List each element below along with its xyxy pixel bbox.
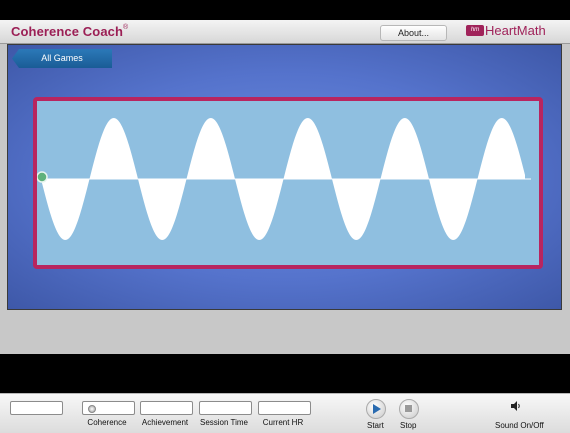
current-hr-box [258, 401, 311, 415]
stop-label: Stop [400, 421, 417, 430]
stop-icon [405, 405, 412, 412]
registered-mark: ® [123, 24, 129, 31]
speaker-icon[interactable] [511, 401, 521, 411]
game-stage: All Games [7, 44, 562, 310]
start-label: Start [367, 421, 384, 430]
all-games-button[interactable]: All Games [12, 49, 112, 68]
brand-logo: hm HeartMath [466, 23, 546, 38]
brand-name: HeartMath [485, 23, 546, 38]
coherence-indicator-icon [88, 405, 96, 413]
coherence-box [82, 401, 135, 415]
breathing-wave-panel [33, 97, 543, 269]
metric-box-unlabeled [10, 401, 63, 415]
session-time-box [199, 401, 252, 415]
achievement-box [140, 401, 193, 415]
start-button[interactable] [366, 399, 386, 419]
title-bar: Coherence Coach® About... hm HeartMath [0, 20, 570, 44]
about-button[interactable]: About... [380, 25, 447, 41]
game-area: All Games [0, 44, 570, 354]
app-title-text: Coherence Coach [11, 24, 124, 39]
play-icon [373, 404, 381, 414]
stop-button[interactable] [399, 399, 419, 419]
current-hr-label: Current HR [262, 418, 304, 427]
bottom-area: Coherence Achievement Session Time Curre… [0, 354, 570, 433]
breathing-wave [37, 118, 531, 240]
sound-toggle-label[interactable]: Sound On/Off [495, 421, 544, 430]
brand-mark-icon: hm [466, 25, 484, 36]
app-title: Coherence Coach® [11, 24, 128, 39]
control-panel: Coherence Achievement Session Time Curre… [0, 393, 570, 433]
pacer-ball-icon [37, 171, 48, 183]
